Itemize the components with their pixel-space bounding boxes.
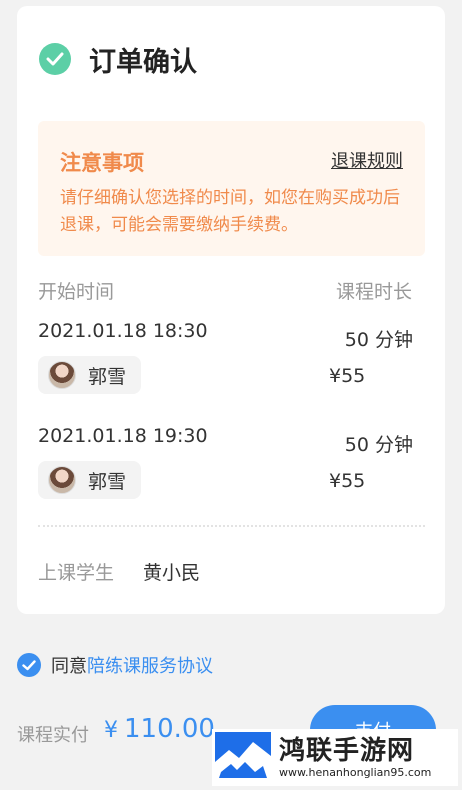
refund-rules-link[interactable]: 退课规则 [331,147,403,173]
session-price: ¥55 [329,365,366,387]
tutor-name: 郭雪 [88,470,127,493]
order-card: 订单确认 注意事项 退课规则 请仔细确认您选择的时间，如您在购买成功后退课，可能… [17,6,445,614]
session-duration: 50 分钟 [344,434,413,456]
watermark-logo-icon [215,731,271,784]
avatar [48,361,76,389]
session-row: 2021.01.18 18:30 50 分钟 郭雪 ¥55 [38,320,425,400]
watermark-title: 鸿联手游网 [279,735,415,766]
notice-box: 注意事项 退课规则 请仔细确认您选择的时间，如您在购买成功后退课，可能会需要缴纳… [38,121,425,256]
start-time-header: 开始时间 [38,281,115,303]
watermark: 鸿联手游网 www.henanhonglian95.com [212,729,458,786]
service-agreement-link[interactable]: 陪练课服务协议 [87,652,213,678]
student-label: 上课学生 [38,562,115,584]
session-row: 2021.01.18 19:30 50 分钟 郭雪 ¥55 [38,425,425,505]
duration-header: 课程时长 [335,281,412,303]
notice-title: 注意事项 [60,151,144,175]
currency-symbol: ¥ [104,718,118,743]
session-duration: 50 分钟 [344,329,413,351]
session-time: 2021.01.18 19:30 [38,425,208,447]
payment-label: 课程实付 [17,725,89,746]
order-header: 订单确认 [39,41,197,78]
page-title: 订单确认 [89,46,197,78]
amount-value: 110.00 [124,714,215,744]
session-price: ¥55 [329,470,366,492]
tutor-chip[interactable]: 郭雪 [38,356,141,394]
payment-amount: ¥110.00 [104,714,215,744]
check-circle-icon [39,43,71,75]
tutor-name: 郭雪 [88,365,127,388]
tutor-chip[interactable]: 郭雪 [38,461,141,499]
notice-body: 请仔细确认您选择的时间，如您在购买成功后退课，可能会需要缴纳手续费。 [60,188,400,235]
agreement-checkbox-icon[interactable] [17,653,41,677]
agreement-row: 同意 陪练课服务协议 [17,652,213,678]
agreement-prefix: 同意 [51,656,87,677]
session-time: 2021.01.18 18:30 [38,320,208,342]
dotted-divider [38,525,425,527]
watermark-url: www.henanhonglian95.com [279,765,432,779]
avatar [48,466,76,494]
student-name: 黄小民 [143,562,201,584]
